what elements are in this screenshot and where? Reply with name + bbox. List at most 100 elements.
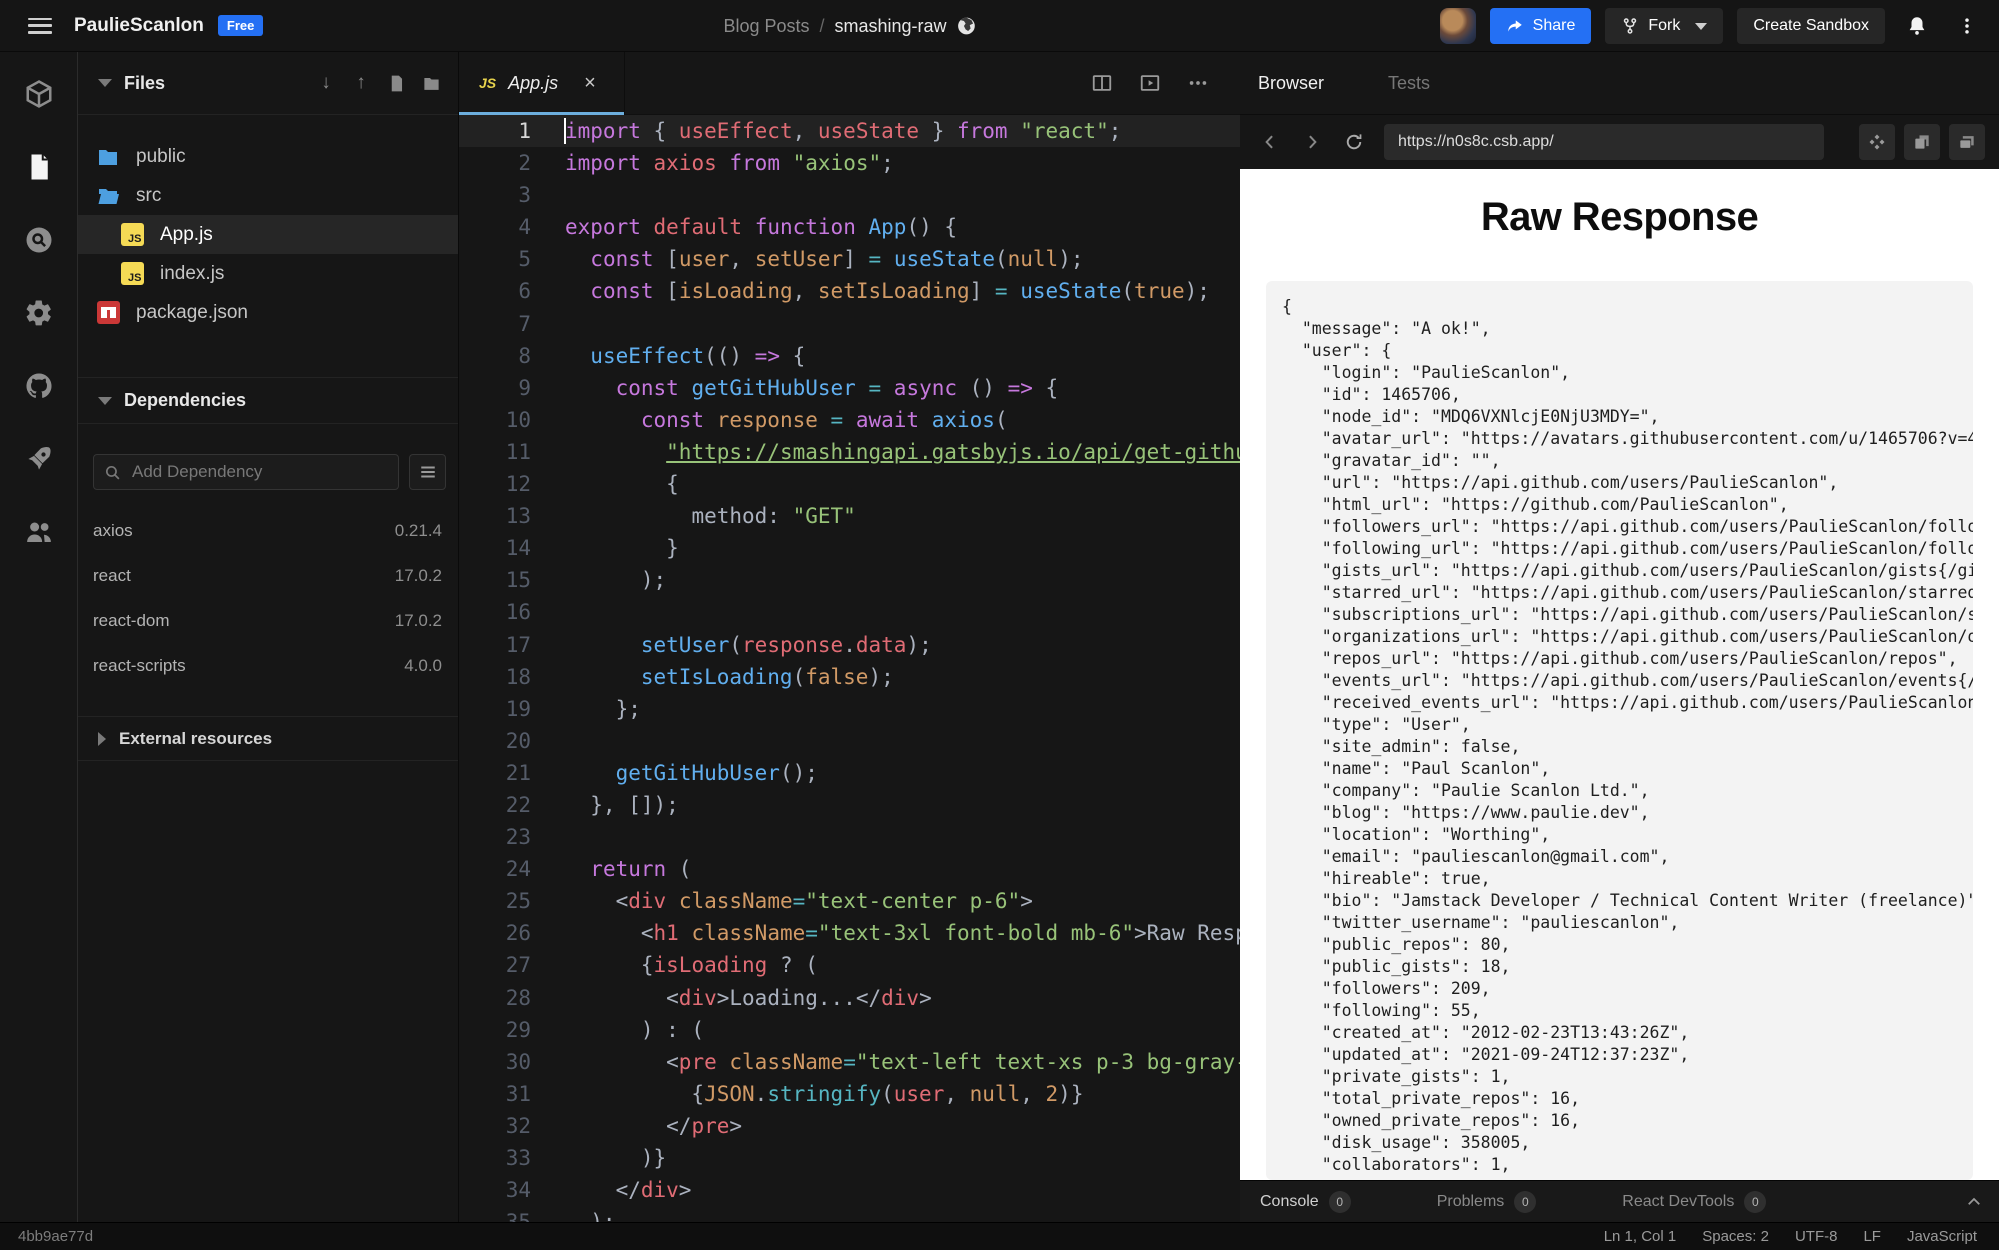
deployment-rocket-icon[interactable] [23,443,55,475]
hamburger-menu-icon[interactable] [28,18,52,34]
external-resources-section-header[interactable]: External resources [78,717,458,761]
code-line-4[interactable]: 4export default function App() { [459,211,1240,243]
file-tree-item-index-js[interactable]: JSindex.js [78,254,458,293]
status-item-ln-1-col-1[interactable]: Ln 1, Col 1 [1604,1228,1677,1245]
code-line-23[interactable]: 23 [459,821,1240,853]
files-section-header[interactable]: Files ↓ ↑ [78,52,458,115]
dependency-row-react[interactable]: react17.0.2 [78,553,458,598]
file-tree-item-src[interactable]: src [78,176,458,215]
code-line-21[interactable]: 21 getGitHubUser(); [459,757,1240,789]
new-file-icon[interactable] [385,72,407,94]
code-line-25[interactable]: 25 <div className="text-center p-6"> [459,885,1240,917]
page-title: Raw Response [1240,195,1999,240]
console-tab-problems[interactable]: Problems0 [1437,1191,1537,1213]
settings-gear-icon[interactable] [23,297,55,329]
preview-tab-tests[interactable]: Tests [1388,73,1430,94]
code-line-6[interactable]: 6 const [isLoading, setIsLoading] = useS… [459,275,1240,307]
code-line-7[interactable]: 7 [459,308,1240,340]
file-explorer-icon[interactable] [23,151,55,183]
code-line-9[interactable]: 9 const getGitHubUser = async () => { [459,372,1240,404]
code-line-30[interactable]: 30 <pre className="text-left text-xs p-3… [459,1046,1240,1078]
code-line-33[interactable]: 33 )} [459,1142,1240,1174]
sandbox-cube-icon[interactable] [23,78,55,110]
dependency-name: react-scripts [93,656,186,676]
overflow-menu-icon[interactable] [1949,8,1985,44]
github-icon[interactable] [23,370,55,402]
file-tree-item-public[interactable]: public [78,137,458,176]
upload-icon[interactable]: ↑ [350,72,372,94]
preview-window-icon[interactable] [1138,71,1162,95]
file-tree-item-package-json[interactable]: package.json [78,293,458,332]
code-line-12[interactable]: 12 { [459,468,1240,500]
code-line-1[interactable]: 1import { useEffect, useState } from "re… [459,115,1240,147]
code-line-35[interactable]: 35 ); [459,1206,1240,1222]
status-item-utf-8[interactable]: UTF-8 [1795,1228,1838,1245]
breadcrumb-parent-link[interactable]: Blog Posts [723,16,809,37]
notifications-bell-icon[interactable] [1899,8,1935,44]
code-line-32[interactable]: 32 </pre> [459,1110,1240,1142]
code-line-29[interactable]: 29 ) : ( [459,1014,1240,1046]
status-item-lf[interactable]: LF [1863,1228,1881,1245]
expand-console-chevron-icon[interactable] [1965,1193,1983,1211]
code-area[interactable]: 1import { useEffect, useState } from "re… [459,115,1240,1222]
split-view-icon[interactable] [1090,71,1114,95]
dependency-row-react-scripts[interactable]: react-scripts4.0.0 [78,643,458,688]
preview-tab-browser[interactable]: Browser [1258,73,1324,94]
console-tab-console[interactable]: Console0 [1260,1191,1351,1213]
share-button[interactable]: Share [1490,8,1592,44]
console-tab-react-devtools[interactable]: React DevTools0 [1622,1191,1766,1213]
code-line-27[interactable]: 27 {isLoading ? ( [459,949,1240,981]
editor-more-options-icon[interactable] [1186,71,1210,95]
code-line-8[interactable]: 8 useEffect(() => { [459,340,1240,372]
code-line-19[interactable]: 19 }; [459,693,1240,725]
code-line-13[interactable]: 13 method: "GET" [459,500,1240,532]
code-line-22[interactable]: 22 }, []); [459,789,1240,821]
dependencies-section-header[interactable]: Dependencies [78,378,458,424]
open-new-window-icon[interactable] [1904,124,1940,160]
search-icon[interactable] [23,224,55,256]
dependency-row-axios[interactable]: axios0.21.4 [78,508,458,553]
add-dependency-input[interactable] [130,461,388,483]
code-line-28[interactable]: 28 <div>Loading...</div> [459,982,1240,1014]
code-line-24[interactable]: 24 return ( [459,853,1240,885]
code-line-2[interactable]: 2import axios from "axios"; [459,147,1240,179]
code-line-10[interactable]: 10 const response = await axios( [459,404,1240,436]
dependency-menu-icon[interactable] [409,454,446,490]
fork-dropdown-caret-icon[interactable] [1695,23,1707,30]
code-line-18[interactable]: 18 setIsLoading(false); [459,661,1240,693]
code-line-31[interactable]: 31 {JSON.stringify(user, null, 2)} [459,1078,1240,1110]
code-line-5[interactable]: 5 const [user, setUser] = useState(null)… [459,243,1240,275]
code-line-11[interactable]: 11 "https://smashingapi.gatsbyjs.io/api/… [459,436,1240,468]
close-tab-icon[interactable]: × [584,72,596,95]
forward-icon[interactable] [1300,130,1324,154]
privacy-globe-icon[interactable] [957,16,977,36]
create-sandbox-button[interactable]: Create Sandbox [1737,8,1885,44]
status-item-spaces-2[interactable]: Spaces: 2 [1702,1228,1769,1245]
code-line-16[interactable]: 16 [459,596,1240,628]
new-folder-icon[interactable] [420,72,442,94]
status-item-javascript[interactable]: JavaScript [1907,1228,1977,1245]
code-line-14[interactable]: 14 } [459,532,1240,564]
back-icon[interactable] [1258,130,1282,154]
dependency-row-react-dom[interactable]: react-dom17.0.2 [78,598,458,643]
open-in-browser-icon[interactable] [1949,124,1985,160]
code-line-20[interactable]: 20 [459,725,1240,757]
user-avatar[interactable] [1440,8,1476,44]
live-collaboration-icon[interactable] [23,516,55,548]
tab-app-js[interactable]: JS App.js × [459,52,625,115]
code-line-17[interactable]: 17 setUser(response.data); [459,629,1240,661]
code-line-3[interactable]: 3 [459,179,1240,211]
code-line-26[interactable]: 26 <h1 className="text-3xl font-bold mb-… [459,917,1240,949]
refresh-icon[interactable] [1342,130,1366,154]
fork-button[interactable]: Fork [1605,8,1723,44]
editor-tab-bar: JS App.js × [459,52,1240,115]
json-line: "html_url": "https://github.com/PaulieSc… [1282,494,1957,516]
code-line-34[interactable]: 34 </div> [459,1174,1240,1206]
download-icon[interactable]: ↓ [315,72,337,94]
url-input[interactable] [1384,124,1824,160]
line-number: 28 [459,982,531,1014]
code-line-15[interactable]: 15 ); [459,564,1240,596]
sandbox-title[interactable]: smashing-raw [835,16,947,37]
file-tree-item-app-js[interactable]: JSApp.js [78,215,458,254]
open-in-editor-icon[interactable] [1859,124,1895,160]
